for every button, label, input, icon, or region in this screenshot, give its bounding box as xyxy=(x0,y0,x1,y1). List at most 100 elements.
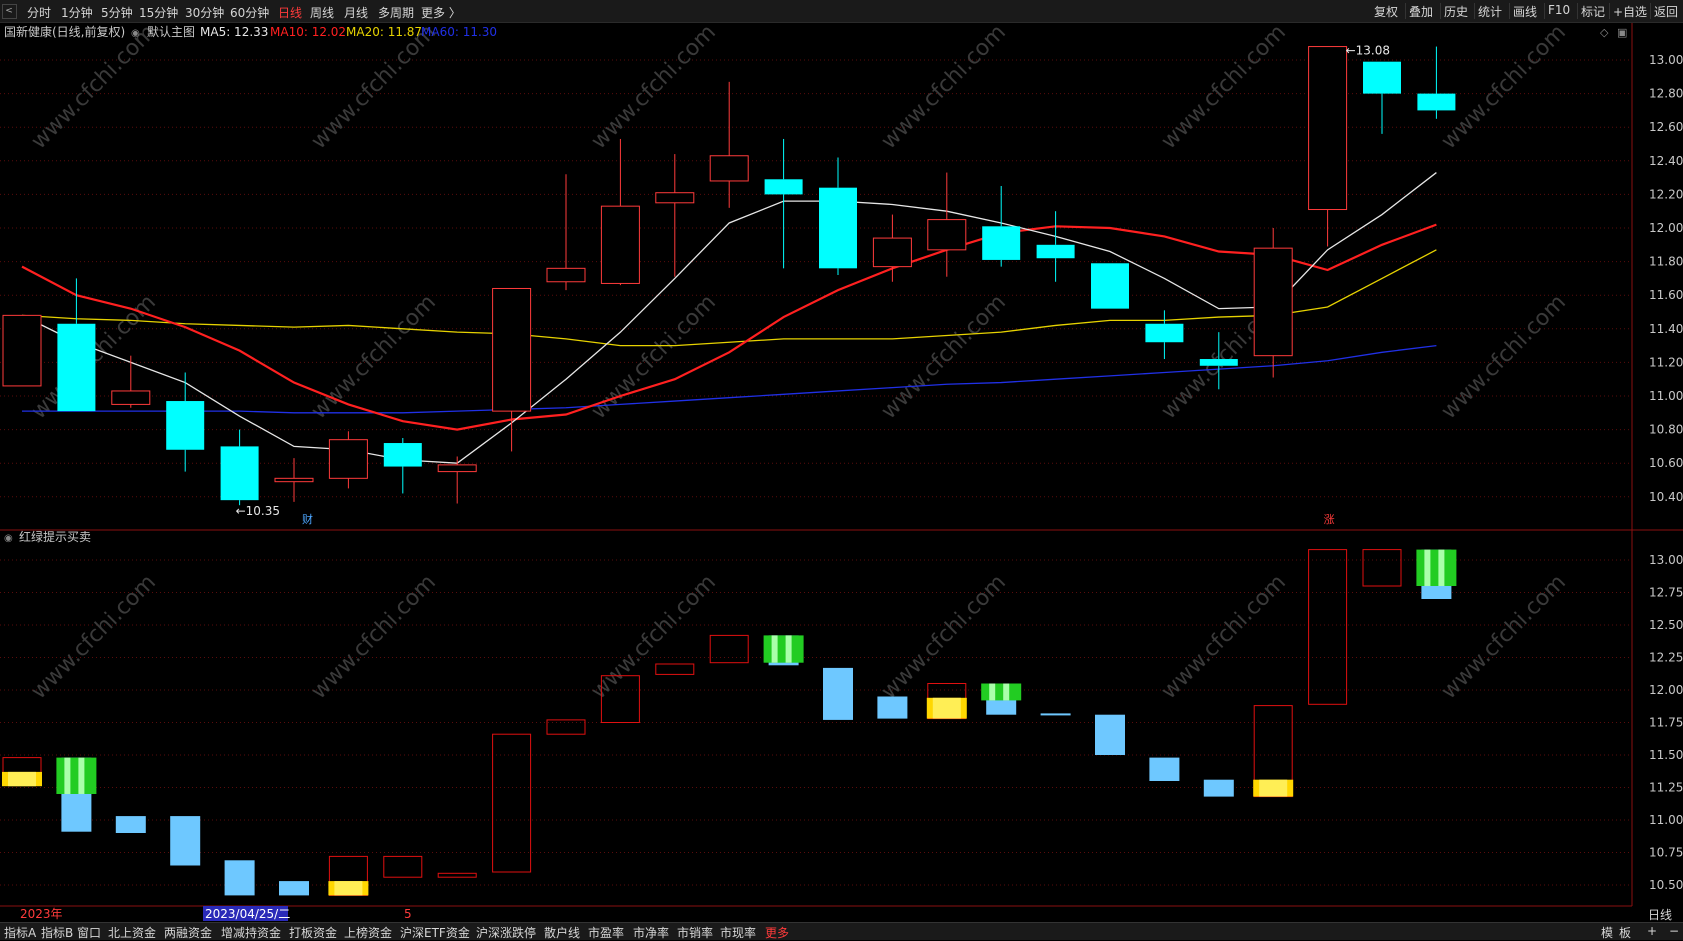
watermark-text: www.cfchi.com xyxy=(587,23,721,154)
toolbar-right-1[interactable]: 叠加 xyxy=(1409,3,1433,20)
toolbar-right-6[interactable]: 标记 xyxy=(1581,3,1605,20)
bottom-tab-8[interactable]: 沪深ETF资金 xyxy=(400,924,470,941)
sub-bar-down xyxy=(115,816,146,833)
sub-y-tick: 12.25 xyxy=(1649,651,1683,665)
sub-y-tick: 11.00 xyxy=(1649,813,1683,827)
watermark-text: www.cfchi.com xyxy=(307,23,441,154)
candle-body-down xyxy=(1417,93,1456,111)
bottom-tab-6[interactable]: 打板资金 xyxy=(289,924,337,941)
watermark-text: www.cfchi.com xyxy=(27,23,161,154)
candle-body-up xyxy=(927,219,967,251)
bottom-tab-9[interactable]: 沪深涨跌停 xyxy=(476,924,536,941)
period-tab-5[interactable]: 60分钟 xyxy=(230,4,269,21)
period-label: 日线 xyxy=(1648,908,1672,922)
bottom-tab-0[interactable]: 指标A xyxy=(4,924,36,941)
period-tab-4[interactable]: 30分钟 xyxy=(185,4,224,21)
toolbar-right-8[interactable]: 返回 xyxy=(1654,3,1678,20)
bottom-right-control-2[interactable]: + xyxy=(1647,924,1657,938)
sub-y-tick: 11.25 xyxy=(1649,781,1683,795)
sub-bar-up xyxy=(655,663,695,675)
bottom-right-control-3[interactable]: − xyxy=(1669,924,1679,938)
period-tab-2[interactable]: 5分钟 xyxy=(101,4,133,21)
bottom-tab-12[interactable]: 市净率 xyxy=(633,924,669,941)
period-tab-1[interactable]: 1分钟 xyxy=(61,4,93,21)
toolbar-divider xyxy=(1474,3,1475,19)
sell-signal-stripe xyxy=(1003,683,1010,701)
main-y-tick: 10.60 xyxy=(1649,456,1683,470)
main-y-tick: 12.60 xyxy=(1649,120,1683,134)
sell-signal-block xyxy=(763,635,804,663)
watermark-text: www.cfchi.com xyxy=(307,570,441,704)
back-arrow-icon[interactable]: < xyxy=(1,4,17,19)
bottom-tab-1[interactable]: 指标B xyxy=(41,924,73,941)
toolbar-divider xyxy=(1544,3,1545,19)
bottom-tab-7[interactable]: 上榜资金 xyxy=(344,924,392,941)
bottom-tab-2[interactable]: 窗口 xyxy=(77,924,101,941)
ma5-label: MA5: 12.33 xyxy=(200,25,268,39)
bottom-tab-10[interactable]: 散户线 xyxy=(544,924,580,941)
bottom-tab-15[interactable]: 更多 xyxy=(765,924,789,941)
date-cursor-label: 2023/04/25/二 xyxy=(205,907,290,921)
bottom-tab-13[interactable]: 市销率 xyxy=(677,924,713,941)
toolbar-right-7[interactable]: +自选 xyxy=(1613,3,1647,20)
period-tab-0[interactable]: 分时 xyxy=(27,4,51,21)
bottom-tab-3[interactable]: 北上资金 xyxy=(108,924,156,941)
stock-title: 国新健康(日线,前复权) xyxy=(4,24,125,39)
ma10-label: MA10: 12.02 xyxy=(270,25,346,39)
period-tab-7[interactable]: 周线 xyxy=(310,4,334,21)
period-tab-6[interactable]: 日线 xyxy=(278,4,302,21)
kline-chart[interactable]: 13.00 12.80 12.60 12.40 12.20 12.00 11.80 11.60… xyxy=(0,23,1683,928)
watermark-text: www.cfchi.com xyxy=(307,290,441,424)
toolbar-divider xyxy=(1509,3,1510,19)
period-tab-9[interactable]: 多周期 xyxy=(378,4,414,21)
bottom-right-control-0[interactable]: 模 xyxy=(1601,924,1613,941)
sub-y-tick: 10.50 xyxy=(1649,878,1683,892)
candle-body-down xyxy=(1036,244,1075,259)
period-tab-3[interactable]: 15分钟 xyxy=(139,4,178,21)
period-tab-8[interactable]: 月线 xyxy=(344,4,368,21)
year-label: 2023年 xyxy=(20,907,63,921)
sub-bar-down xyxy=(170,816,201,866)
candle-body-up xyxy=(2,314,42,387)
sell-signal-block xyxy=(981,683,1022,701)
bottom-right-control-1[interactable]: 板 xyxy=(1619,924,1631,941)
candle-body-up xyxy=(709,155,749,182)
toolbar-divider xyxy=(1577,3,1578,19)
sell-signal-stripe xyxy=(1424,549,1431,586)
bottom-tab-11[interactable]: 市盈率 xyxy=(588,924,624,941)
candle-body-up xyxy=(492,287,532,412)
watermark-text: www.cfchi.com xyxy=(27,570,161,704)
toolbar-right-2[interactable]: 历史 xyxy=(1444,3,1468,20)
sub-indicator-toggle-icon: ◉ xyxy=(4,533,13,544)
high-price-marker: ←13.08 xyxy=(1346,44,1390,58)
event-marker-cai: 财 xyxy=(302,512,313,526)
toolbar-right-3[interactable]: 统计 xyxy=(1478,3,1502,20)
sub-y-tick: 10.75 xyxy=(1649,846,1683,860)
toolbar-right-0[interactable]: 复权 xyxy=(1374,3,1398,20)
toolbar-right-4[interactable]: 画线 xyxy=(1513,3,1537,20)
candle-body-up xyxy=(1308,46,1348,211)
ma5-line xyxy=(21,172,1437,464)
period-tab-10[interactable]: 更多 〉 xyxy=(421,4,461,21)
candle-body-down xyxy=(764,179,803,195)
bottom-tab-14[interactable]: 市现率 xyxy=(720,924,756,941)
candle-body-down xyxy=(383,443,422,467)
candle-body-down xyxy=(166,401,205,450)
bottom-tab-5[interactable]: 增减持资金 xyxy=(221,924,281,941)
buy-signal-highlight xyxy=(8,771,36,787)
toolbar-right-5[interactable]: F10 xyxy=(1548,3,1570,17)
bottom-tab-4[interactable]: 两融资金 xyxy=(164,924,212,941)
main-y-tick: 11.80 xyxy=(1649,255,1683,269)
candle-body-up xyxy=(1253,247,1293,357)
sub-y-tick: 11.75 xyxy=(1649,716,1683,730)
candle-body-down xyxy=(220,446,259,501)
watermark-text: www.cfchi.com xyxy=(587,290,721,424)
sub-y-tick: 12.00 xyxy=(1649,683,1683,697)
watermark-text: www.cfchi.com xyxy=(1437,23,1571,154)
candle-body-up xyxy=(546,267,586,283)
sub-indicator-name: 红绿提示买卖 xyxy=(19,529,91,544)
event-marker-zhang: 涨 xyxy=(1324,513,1335,526)
main-y-tick: 11.20 xyxy=(1649,355,1683,369)
sub-bar-down xyxy=(1095,714,1125,755)
candle-body-down xyxy=(982,226,1021,260)
